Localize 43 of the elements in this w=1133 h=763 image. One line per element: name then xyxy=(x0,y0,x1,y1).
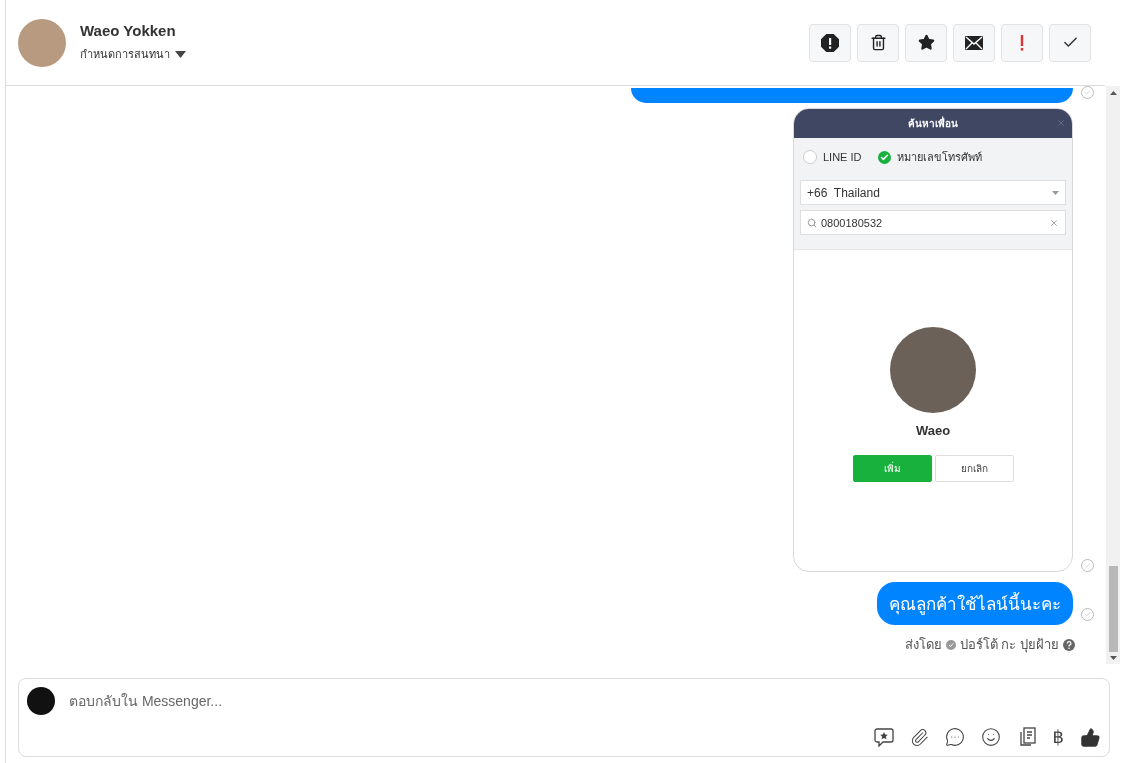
conversation-menu[interactable]: กำหนดการสนทนา xyxy=(80,45,809,63)
alert-icon xyxy=(821,33,839,52)
page-avatar xyxy=(27,687,55,715)
star-icon xyxy=(917,34,935,51)
message-icon[interactable] xyxy=(944,727,965,747)
result-name: Waeo xyxy=(915,423,951,438)
contact-name: Waeo Yokken xyxy=(80,22,177,39)
search-field[interactable]: 0800180532 xyxy=(800,210,1066,235)
agent-name: ปอร์โต้ กะ ปุยฝ้าย xyxy=(959,636,1059,655)
verified-icon xyxy=(945,639,956,650)
search-icon xyxy=(807,217,817,228)
help-icon xyxy=(1063,638,1075,651)
delete-button[interactable] xyxy=(857,23,899,62)
radio-label: หมายเลขโทรศัพท์ xyxy=(896,150,982,165)
emoji-icon[interactable] xyxy=(980,727,1001,747)
currency-button[interactable]: ฿ xyxy=(1052,726,1064,748)
radio-label: LINE ID xyxy=(823,151,862,163)
avatar xyxy=(18,18,66,67)
star-button[interactable] xyxy=(905,23,947,62)
mail-button[interactable] xyxy=(953,23,995,62)
caret-icon xyxy=(175,50,186,58)
sent-by-label: ส่งโดย xyxy=(904,636,942,654)
scroll-up-icon[interactable] xyxy=(1109,91,1117,95)
caret-icon xyxy=(1052,190,1059,195)
attachment-icon[interactable] xyxy=(909,727,929,747)
trash-icon xyxy=(869,34,887,51)
exclamation-icon xyxy=(1020,34,1024,51)
clear-icon xyxy=(1049,217,1059,228)
envelope-icon xyxy=(965,35,983,50)
reply-box[interactable]: ตอบกลับใน Messenger... ฿ xyxy=(18,678,1110,757)
radio-button[interactable] xyxy=(803,150,817,164)
message-bubble: คุณลูกค้าใช้ไลน์นี้นะคะ xyxy=(877,582,1073,625)
radio-button[interactable] xyxy=(877,150,891,164)
alert-button[interactable] xyxy=(809,23,851,62)
scrollbar-thumb[interactable] xyxy=(1108,566,1118,652)
saved-reply-icon[interactable] xyxy=(873,727,894,747)
close-icon xyxy=(1056,118,1066,128)
dialog-title: ค้นหาเพื่อน xyxy=(908,116,958,131)
scrollbar[interactable] xyxy=(1106,86,1120,664)
scroll-down-icon[interactable] xyxy=(1109,656,1117,660)
cancel-button[interactable]: ยกเลิก xyxy=(934,455,1014,482)
country-select[interactable]: +66 Thailand xyxy=(800,180,1066,205)
like-icon[interactable] xyxy=(1080,726,1101,748)
